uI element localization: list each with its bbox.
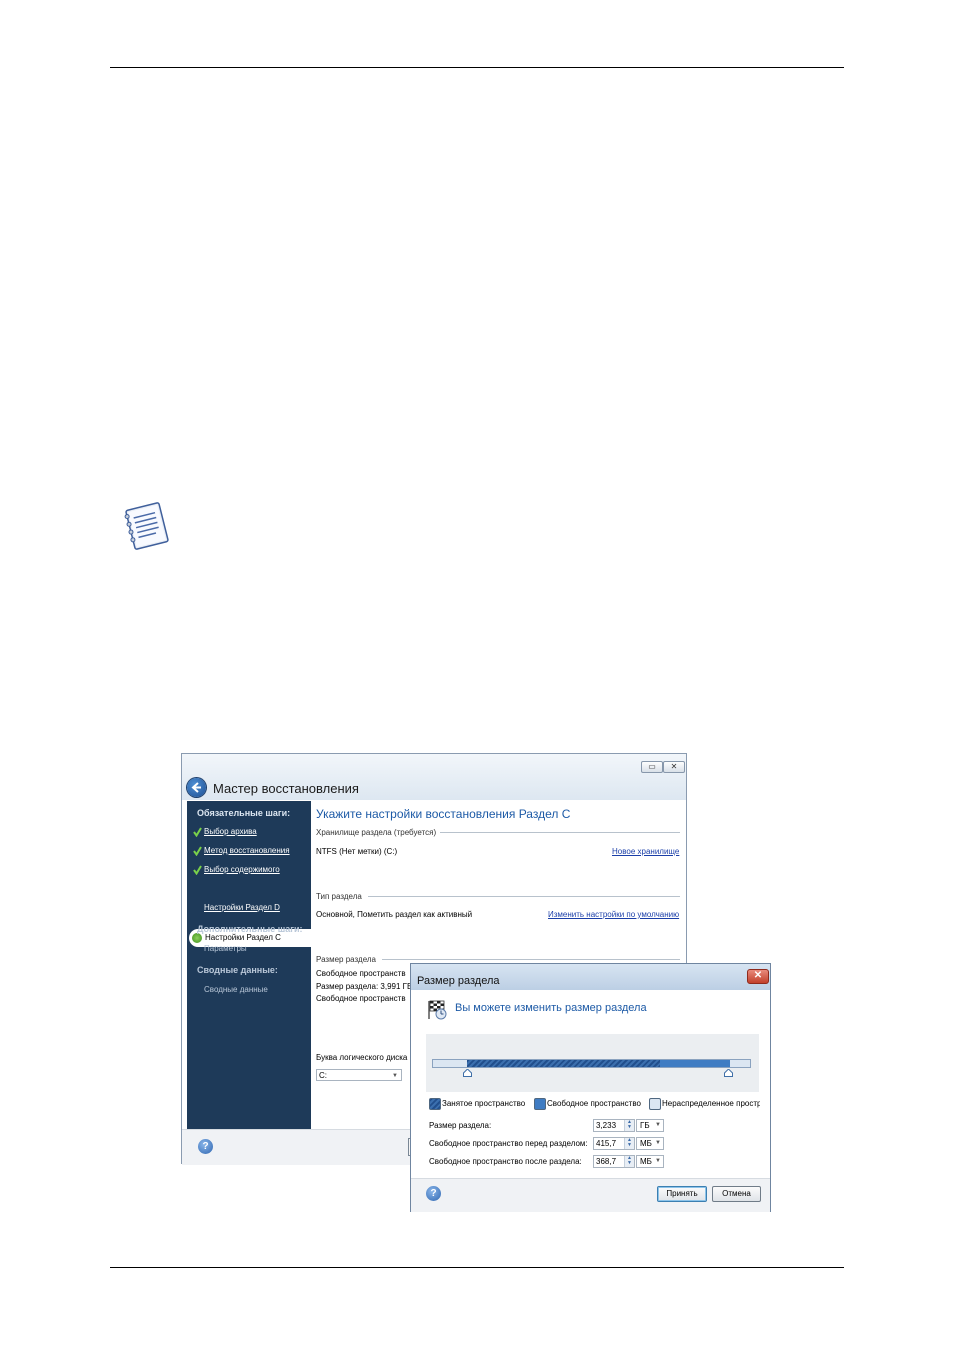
divider <box>440 832 680 833</box>
size-line-1: Свободное пространств <box>316 969 406 978</box>
sidebar-item-method[interactable]: Метод восстановления <box>204 846 290 855</box>
drive-letter-select[interactable]: C: ▼ <box>316 1069 402 1081</box>
chevron-down-icon: ▼ <box>655 1158 661 1164</box>
ok-button[interactable]: Принять <box>657 1186 707 1202</box>
unit-value: МБ <box>640 1139 652 1148</box>
storage-value: NTFS (Нет метки) (C:) <box>316 847 398 856</box>
free-after-input[interactable]: 368,7 ▲ ▼ <box>593 1155 635 1168</box>
field-label-free-after: Свободное пространство после раздела: <box>429 1157 582 1166</box>
field-label-free-before: Свободное пространство перед разделом: <box>429 1139 588 1148</box>
help-icon[interactable]: ? <box>426 1186 441 1201</box>
storage-section-label: Хранилище раздела (требуется) <box>316 828 437 837</box>
sidebar-item-summary[interactable]: Сводные данные <box>204 985 268 994</box>
used-space-segment <box>467 1060 660 1067</box>
sidebar-item-options[interactable]: Параметры <box>204 944 247 953</box>
dialog-heading: Вы можете изменить размер раздела <box>455 1002 647 1014</box>
partition-bar-area <box>426 1034 759 1092</box>
page-bottom-rule <box>110 1267 844 1268</box>
checkered-flag-icon <box>428 1000 447 1020</box>
left-resize-handle-icon[interactable] <box>463 1069 472 1077</box>
divider <box>368 896 680 897</box>
legend-free: Свободное пространство <box>547 1099 641 1108</box>
checkmark-icon <box>193 865 202 875</box>
required-steps-header: Обязательные шаги: <box>197 808 291 818</box>
disk-space-bar[interactable] <box>432 1059 751 1068</box>
type-value: Основной, Пометить раздел как активный <box>316 910 473 919</box>
sidebar-item-content[interactable]: Выбор содержимого <box>204 865 280 874</box>
checkmark-icon <box>193 846 202 856</box>
free-after-value: 368,7 <box>596 1157 617 1166</box>
summary-header: Сводные данные: <box>197 965 278 975</box>
wizard-title: Мастер восстановления <box>213 781 359 796</box>
divider <box>382 959 680 960</box>
free-space-swatch <box>534 1098 546 1110</box>
drive-letter-value: C: <box>319 1071 327 1080</box>
partition-segment[interactable] <box>467 1060 730 1067</box>
partition-size-dialog: Размер раздела ✕ Вы можете изменить разм… <box>410 963 771 1212</box>
wizard-titlebar: ▭ ✕ Мастер восстановления <box>182 754 686 800</box>
partition-size-input[interactable]: 3,233 ▲ ▼ <box>593 1119 635 1132</box>
spin-arrows-icon[interactable]: ▲ ▼ <box>624 1138 634 1149</box>
partition-size-value: 3,233 <box>596 1121 617 1130</box>
unit-value: МБ <box>640 1157 652 1166</box>
right-resize-handle-icon[interactable] <box>724 1069 733 1077</box>
checkmark-icon <box>193 827 202 837</box>
chevron-down-icon: ▼ <box>655 1140 661 1146</box>
close-button[interactable]: ✕ <box>747 969 769 984</box>
type-section-label: Тип раздела <box>316 892 362 901</box>
dialog-title: Размер раздела <box>417 975 500 987</box>
sidebar-item-label: Настройки Раздел C <box>205 933 281 942</box>
sidebar-item-archive[interactable]: Выбор архива <box>204 827 257 836</box>
cancel-button[interactable]: Отмена <box>712 1186 761 1202</box>
page-top-rule <box>110 67 844 68</box>
spin-arrows-icon[interactable]: ▲ ▼ <box>624 1120 634 1131</box>
legend-used: Занятое пространство <box>442 1099 526 1108</box>
change-defaults-link[interactable]: Изменить настройки по умолчанию <box>548 910 679 919</box>
sidebar-item-partition-d[interactable]: Настройки Раздел D <box>204 903 280 912</box>
unit-value: ГБ <box>640 1121 650 1130</box>
minimize-button[interactable]: ▭ <box>641 761 663 773</box>
new-storage-link[interactable]: Новое хранилище <box>612 847 679 856</box>
back-arrow-icon[interactable] <box>187 778 206 797</box>
legend-unallocated: Нераспределенное простр <box>662 1099 760 1108</box>
drive-letter-label: Буква логического диска <box>316 1053 408 1062</box>
free-after-unit-select[interactable]: МБ ▼ <box>636 1155 664 1168</box>
spin-arrows-icon[interactable]: ▲ ▼ <box>624 1156 634 1167</box>
partition-size-unit-select[interactable]: ГБ ▼ <box>636 1119 664 1132</box>
unallocated-space-swatch <box>649 1098 661 1110</box>
help-icon[interactable]: ? <box>198 1139 213 1154</box>
close-button[interactable]: ✕ <box>663 761 685 773</box>
dialog-body: Вы можете изменить размер раздела Занято… <box>411 990 770 1178</box>
field-label-size: Размер раздела: <box>429 1121 492 1130</box>
size-section-label: Размер раздела <box>316 955 376 964</box>
dialog-titlebar: Размер раздела ✕ <box>411 964 770 990</box>
optional-steps-header: Дополнительные шаги: <box>197 924 303 934</box>
dialog-footer: ? Принять Отмена <box>411 1178 770 1212</box>
chevron-down-icon: ▼ <box>392 1073 398 1079</box>
page-title: Укажите настройки восстановления Раздел … <box>316 807 571 821</box>
chevron-down-icon: ▼ <box>655 1122 661 1128</box>
size-line-2: Размер раздела: 3,991 ГБ <box>316 982 413 991</box>
used-space-swatch <box>429 1098 441 1110</box>
free-before-unit-select[interactable]: МБ ▼ <box>636 1137 664 1150</box>
free-before-input[interactable]: 415,7 ▲ ▼ <box>593 1137 635 1150</box>
wizard-sidebar: Обязательные шаги: Выбор архива Метод во… <box>187 801 313 1129</box>
size-line-3: Свободное пространств <box>316 994 406 1003</box>
free-before-value: 415,7 <box>596 1139 617 1148</box>
current-step-arrow-icon <box>192 933 202 943</box>
note-icon <box>124 502 169 550</box>
